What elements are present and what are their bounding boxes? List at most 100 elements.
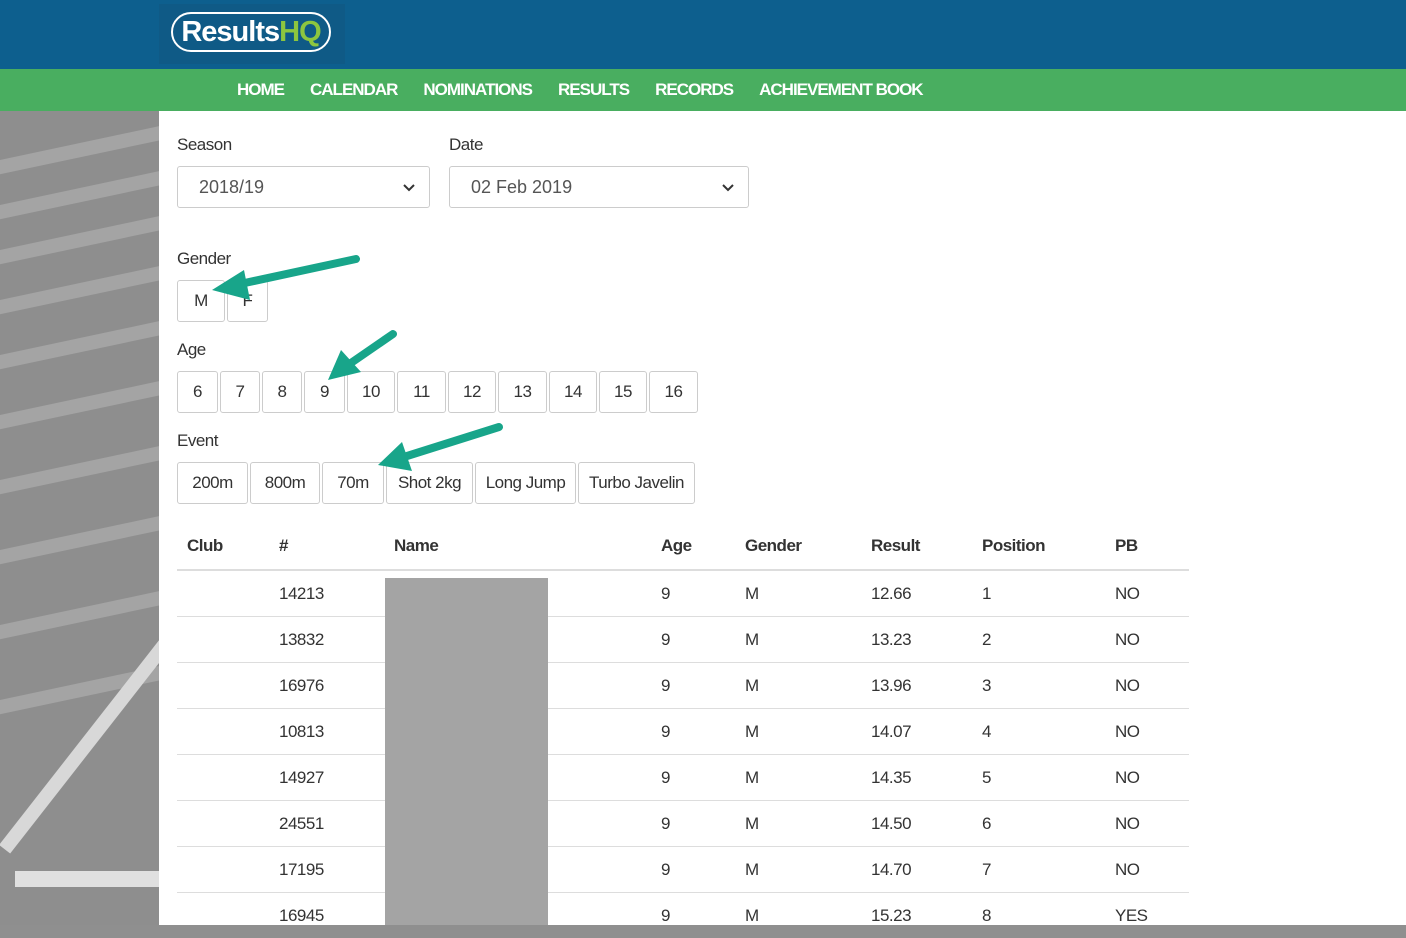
season-select-value: 2018/19 (199, 176, 265, 197)
cell-position: 6 (982, 814, 991, 833)
date-label: Date (449, 135, 483, 154)
cell-number: 16976 (279, 676, 324, 695)
age-button-8[interactable]: 8 (262, 371, 302, 413)
cell-number: 16945 (279, 906, 324, 925)
age-button-16[interactable]: 16 (649, 371, 698, 413)
table-row: 24551 9 M 14.50 6 NO (177, 801, 1189, 847)
gender-button-f[interactable]: F (227, 280, 268, 322)
cell-number: 14213 (279, 584, 324, 603)
cell-number: 13832 (279, 630, 324, 649)
cell-position: 5 (982, 768, 991, 787)
chevron-down-icon (403, 184, 415, 192)
results-content: Season 2018/19 Date 02 Feb 2019 Gender M… (159, 111, 1406, 925)
table-row: 10813 9 M 14.07 4 NO (177, 709, 1189, 755)
cell-result: 13.96 (871, 676, 912, 695)
cell-position: 2 (982, 630, 991, 649)
age-button-6[interactable]: 6 (177, 371, 218, 413)
cell-age: 9 (661, 676, 670, 695)
table-header: Club # Name Age Gender Result Position P… (177, 525, 1189, 571)
main-nav: HOME CALENDAR NOMINATIONS RESULTS RECORD… (0, 69, 1406, 111)
event-button-70m[interactable]: 70m (322, 462, 384, 504)
age-button-9[interactable]: 9 (304, 371, 345, 413)
cell-result: 14.50 (871, 814, 912, 833)
cell-gender: M (745, 722, 759, 741)
table-row: 14213 9 M 12.66 1 NO (177, 571, 1189, 617)
cell-number: 24551 (279, 814, 324, 833)
cell-gender: M (745, 814, 759, 833)
season-select[interactable]: 2018/19 (177, 166, 430, 208)
nav-home[interactable]: HOME (237, 80, 285, 100)
event-label: Event (177, 431, 218, 450)
cell-pb: NO (1115, 722, 1140, 741)
cell-result: 12.66 (871, 584, 912, 603)
date-select-value: 02 Feb 2019 (471, 176, 573, 197)
event-button-800m[interactable]: 800m (250, 462, 320, 504)
cell-pb: NO (1115, 676, 1140, 695)
cell-position: 1 (982, 584, 991, 603)
column-position: Position (982, 536, 1046, 555)
cell-pb: NO (1115, 768, 1140, 787)
cell-gender: M (745, 584, 759, 603)
nav-results[interactable]: RESULTS (558, 80, 630, 100)
age-button-7[interactable]: 7 (220, 371, 260, 413)
cell-pb: NO (1115, 584, 1140, 603)
logo-link[interactable]: Results HQ (159, 4, 345, 64)
season-label: Season (177, 135, 232, 154)
cell-pb: NO (1115, 630, 1140, 649)
age-button-14[interactable]: 14 (549, 371, 597, 413)
column-number: # (279, 536, 288, 555)
logo-text-accent: HQ (279, 15, 321, 48)
table-row: 16945 9 M 15.23 8 YES (177, 893, 1189, 938)
age-label: Age (177, 340, 206, 359)
cell-age: 9 (661, 860, 670, 879)
age-button-10[interactable]: 10 (347, 371, 395, 413)
age-button-group: 6 7 8 9 10 11 12 13 14 15 16 (177, 371, 700, 413)
cell-number: 17195 (279, 860, 324, 879)
column-gender: Gender (745, 536, 802, 555)
top-header: Results HQ (0, 0, 1406, 69)
event-button-long-jump[interactable]: Long Jump (475, 462, 576, 504)
cell-age: 9 (661, 722, 670, 741)
results-table: Club # Name Age Gender Result Position P… (177, 525, 1189, 938)
event-button-shot-2kg[interactable]: Shot 2kg (386, 462, 473, 504)
nav-achievement-book[interactable]: ACHIEVEMENT BOOK (759, 80, 923, 100)
name-redaction (385, 578, 548, 925)
column-age: Age (661, 536, 692, 555)
age-button-15[interactable]: 15 (599, 371, 647, 413)
results-hq-logo: Results HQ (171, 12, 331, 52)
gender-label: Gender (177, 249, 231, 268)
cell-pb: NO (1115, 860, 1140, 879)
gender-button-m[interactable]: M (177, 280, 225, 322)
cell-result: 14.70 (871, 860, 912, 879)
nav-records[interactable]: RECORDS (655, 80, 734, 100)
table-row: 14927 9 M 14.35 5 NO (177, 755, 1189, 801)
age-button-12[interactable]: 12 (448, 371, 496, 413)
table-row: 13832 9 M 13.23 2 NO (177, 617, 1189, 663)
cell-position: 8 (982, 906, 991, 925)
cell-age: 9 (661, 814, 670, 833)
age-button-11[interactable]: 11 (397, 371, 446, 413)
age-button-13[interactable]: 13 (498, 371, 547, 413)
cell-pb: NO (1115, 814, 1140, 833)
date-select[interactable]: 02 Feb 2019 (449, 166, 749, 208)
logo-text-main: Results (181, 15, 280, 48)
cell-gender: M (745, 860, 759, 879)
cell-result: 14.07 (871, 722, 912, 741)
gender-button-group: M F (177, 280, 270, 322)
cell-gender: M (745, 906, 759, 925)
cell-number: 10813 (279, 722, 324, 741)
cell-age: 9 (661, 906, 670, 925)
chevron-down-icon (722, 184, 734, 192)
cell-age: 9 (661, 630, 670, 649)
nav-nominations[interactable]: NOMINATIONS (423, 80, 533, 100)
cell-number: 14927 (279, 768, 324, 787)
cell-gender: M (745, 630, 759, 649)
cell-age: 9 (661, 584, 670, 603)
column-result: Result (871, 536, 920, 555)
nav-calendar[interactable]: CALENDAR (310, 80, 398, 100)
cell-age: 9 (661, 768, 670, 787)
event-button-200m[interactable]: 200m (177, 462, 248, 504)
cell-gender: M (745, 768, 759, 787)
event-button-turbo-javelin[interactable]: Turbo Javelin (578, 462, 695, 504)
column-pb: PB (1115, 536, 1138, 555)
